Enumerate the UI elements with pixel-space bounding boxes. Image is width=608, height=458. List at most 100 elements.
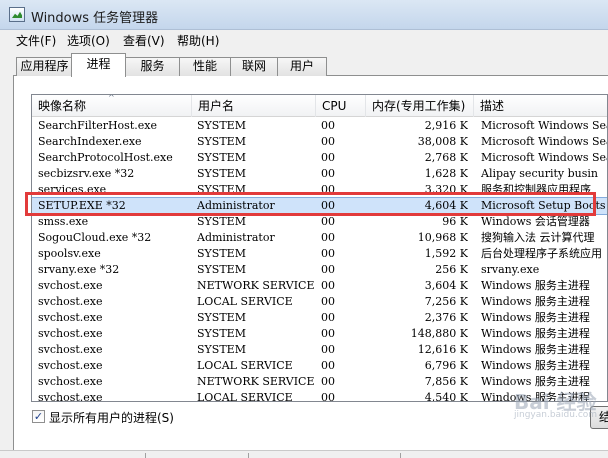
process-user: NETWORK SERVICE <box>197 375 315 388</box>
process-cpu: 00 <box>321 279 335 292</box>
process-memory: 10,968 K <box>417 231 468 244</box>
process-cpu: 00 <box>321 263 335 276</box>
table-row[interactable]: svchost.exe NETWORK SERVICE 00 3,604 K Windo… <box>32 278 607 294</box>
process-name: svchost.exe <box>38 359 103 372</box>
menu-bar: 文件(F) 选项(O) 查看(V) 帮助(H) <box>0 30 608 50</box>
process-user: SYSTEM <box>197 263 246 276</box>
process-cpu: 00 <box>321 327 335 340</box>
menu-options[interactable]: 选项(O) <box>67 32 110 49</box>
process-cpu: 00 <box>321 359 335 372</box>
process-description: Windows 服务主进程 <box>481 359 590 372</box>
column-headers: ^ 映像名称 用户名 CPU 内存(专用工作集) 描述 <box>32 95 607 117</box>
table-row[interactable]: smss.exe SYSTEM 00 96 K Windows 会话管理器 <box>32 214 607 230</box>
process-cpu: 00 <box>321 231 335 244</box>
column-memory[interactable]: 内存(专用工作集) <box>366 95 474 117</box>
process-description: Microsoft Windows Sear <box>481 151 608 164</box>
table-row[interactable]: srvany.exe *32 SYSTEM 00 256 K srvany.exe <box>32 262 607 278</box>
table-row[interactable]: SearchIndexer.exe SYSTEM 00 38,008 K Microso… <box>32 134 608 150</box>
tab-performance[interactable]: 性能 <box>179 57 231 76</box>
process-name: smss.exe <box>38 215 89 228</box>
task-manager-icon <box>9 7 25 22</box>
title-bar[interactable]: Windows 任务管理器 <box>0 0 608 30</box>
process-user: SYSTEM <box>197 119 246 132</box>
process-user: LOCAL SERVICE <box>197 359 293 372</box>
process-cpu: 00 <box>321 375 335 388</box>
process-description: Windows 服务主进程 <box>481 327 590 340</box>
table-row[interactable]: svchost.exe SYSTEM 00 12,616 K Windows 服务主进程 <box>32 342 607 358</box>
process-cpu: 00 <box>321 167 335 180</box>
process-cpu: 00 <box>321 135 335 148</box>
process-user: SYSTEM <box>197 327 246 340</box>
tab-applications[interactable]: 应用程序 <box>16 57 73 76</box>
process-name: srvany.exe *32 <box>38 263 120 276</box>
table-row[interactable]: SearchFilterHost.exe SYSTEM 00 2,916 K Micro… <box>32 118 608 134</box>
column-image-name[interactable]: ^ 映像名称 <box>32 95 192 117</box>
table-row[interactable]: spoolsv.exe SYSTEM 00 1,592 K 后台处理程序子系统应用 <box>32 246 607 262</box>
process-description: Windows 会话管理器 <box>481 215 590 228</box>
process-name: svchost.exe <box>38 375 103 388</box>
process-cpu: 00 <box>321 119 335 132</box>
process-user: LOCAL SERVICE <box>197 391 293 402</box>
show-all-users-label[interactable]: 显示所有用户的进程(S) <box>49 409 174 426</box>
process-list[interactable]: ^ 映像名称 用户名 CPU 内存(专用工作集) 描述 SearchFilter… <box>31 94 608 402</box>
table-row[interactable]: svchost.exe LOCAL SERVICE 00 7,256 K Windows… <box>32 294 607 310</box>
sort-ascending-icon: ^ <box>108 94 115 102</box>
process-memory: 2,916 K <box>424 119 468 132</box>
process-name: svchost.exe <box>38 279 103 292</box>
process-user: SYSTEM <box>197 343 246 356</box>
process-memory: 38,008 K <box>417 135 468 148</box>
column-user-name[interactable]: 用户名 <box>192 95 316 117</box>
process-memory: 7,856 K <box>424 375 468 388</box>
process-memory: 4,540 K <box>424 391 468 402</box>
status-separator <box>248 453 249 458</box>
process-memory: 2,768 K <box>424 151 468 164</box>
process-user: SYSTEM <box>197 167 246 180</box>
process-description: 搜狗输入法 云计算代理 <box>481 231 595 244</box>
process-memory: 3,604 K <box>424 279 468 292</box>
process-name: SearchIndexer.exe <box>38 135 142 148</box>
process-cpu: 00 <box>321 311 335 324</box>
process-description: Alipay security busin <box>481 167 598 180</box>
process-user: Administrator <box>197 231 275 244</box>
menu-view[interactable]: 查看(V) <box>123 32 165 49</box>
process-cpu: 00 <box>321 247 335 260</box>
show-all-users-checkbox[interactable]: ✓ <box>32 410 45 423</box>
process-description: Windows 服务主进程 <box>481 279 590 292</box>
column-cpu[interactable]: CPU <box>316 95 366 117</box>
process-memory: 256 K <box>435 263 468 276</box>
process-description: Windows 服务主进程 <box>481 295 590 308</box>
tab-users[interactable]: 用户 <box>277 57 327 76</box>
process-cpu: 00 <box>321 151 335 164</box>
column-description[interactable]: 描述 <box>474 95 607 117</box>
table-row[interactable]: SogouCloud.exe *32 Administrator 00 10,968 … <box>32 230 607 246</box>
process-name: svchost.exe <box>38 391 103 402</box>
process-memory: 1,628 K <box>424 167 468 180</box>
process-user: SYSTEM <box>197 151 246 164</box>
process-description: Microsoft Windows Sear <box>481 135 608 148</box>
menu-help[interactable]: 帮助(H) <box>177 32 219 49</box>
process-name: spoolsv.exe <box>38 247 101 260</box>
table-row[interactable]: secbizsrv.exe *32 SYSTEM 00 1,628 K Alipay s… <box>32 166 607 182</box>
table-row[interactable]: svchost.exe SYSTEM 00 148,880 K Windows 服务主进… <box>32 326 607 342</box>
table-row[interactable]: svchost.exe SYSTEM 00 2,376 K Windows 服务主进程 <box>32 310 607 326</box>
tab-processes[interactable]: 进程 <box>71 53 126 77</box>
process-name: svchost.exe <box>38 343 103 356</box>
tab-networking[interactable]: 联网 <box>230 57 278 76</box>
process-description: Windows 服务主进程 <box>481 343 590 356</box>
menu-file[interactable]: 文件(F) <box>16 32 56 49</box>
table-row[interactable]: SearchProtocolHost.exe SYSTEM 00 2,768 K Mic… <box>32 150 608 166</box>
process-memory: 1,592 K <box>424 247 468 260</box>
process-user: NETWORK SERVICE <box>197 279 315 292</box>
process-user: SYSTEM <box>197 247 246 260</box>
status-separator <box>145 453 146 458</box>
status-separator <box>400 453 401 458</box>
process-description: srvany.exe <box>481 263 540 276</box>
tab-services[interactable]: 服务 <box>125 57 180 76</box>
process-description: Microsoft Windows Sear <box>481 119 608 132</box>
table-row[interactable]: svchost.exe LOCAL SERVICE 00 6,796 K Windows… <box>32 358 607 374</box>
process-cpu: 00 <box>321 215 335 228</box>
status-bar <box>0 450 608 458</box>
process-cpu: 00 <box>321 343 335 356</box>
process-memory: 12,616 K <box>417 343 468 356</box>
process-name: svchost.exe <box>38 295 103 308</box>
